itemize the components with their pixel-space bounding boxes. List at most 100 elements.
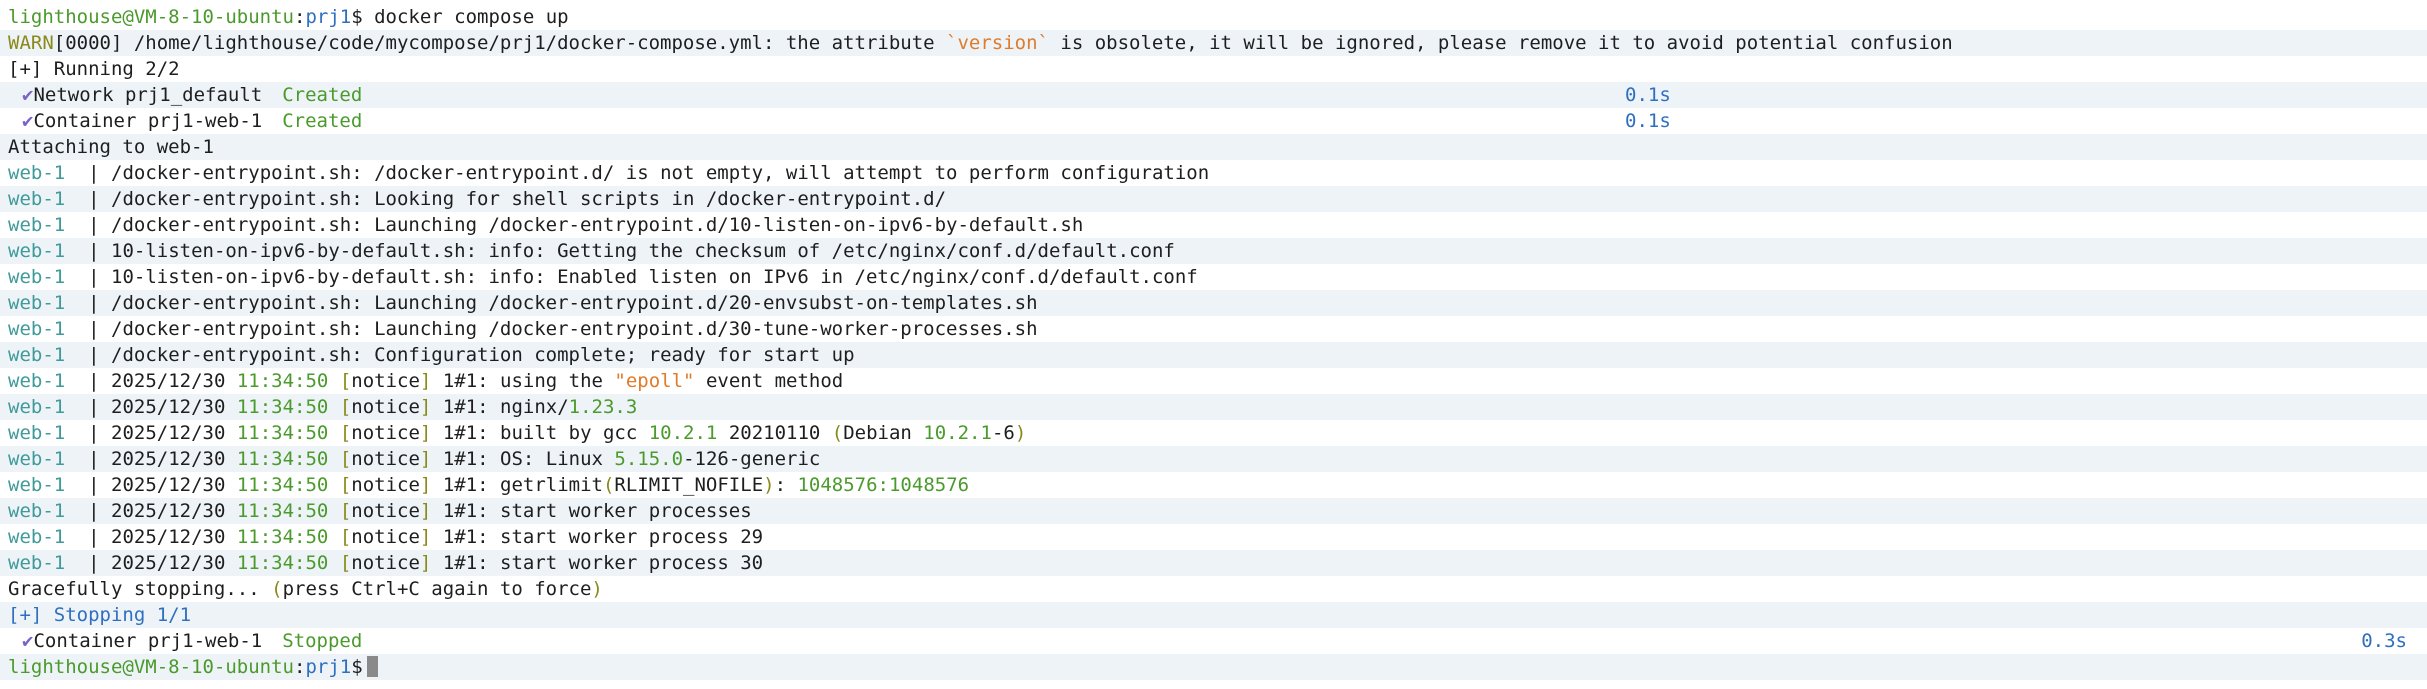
log-prefix: web-1 xyxy=(8,214,66,236)
log-msg: OS: Linux xyxy=(488,448,615,470)
log-pid: 1#1: xyxy=(442,474,489,496)
log-date: 2025/12/30 xyxy=(111,448,226,470)
running-label: [+] Running 2/2 xyxy=(8,58,180,80)
log-pid: 1#1: xyxy=(442,396,489,418)
log-prefix: web-1 xyxy=(8,370,66,392)
log-pipe: | xyxy=(88,448,100,470)
log-time: 11:34:50 xyxy=(236,552,329,574)
check-icon: ✔ xyxy=(22,84,34,106)
log-time: 11:34:50 xyxy=(236,370,329,392)
log-pipe: | xyxy=(88,500,100,522)
log-msg: getrlimit xyxy=(488,474,603,496)
log-text: /docker-entrypoint.sh: Launching /docker… xyxy=(111,214,1084,236)
text-cursor[interactable] xyxy=(366,656,378,677)
command-line: lighthouse@VM-8-10-ubuntu:prj1$ docker c… xyxy=(0,4,2427,30)
log-bracket-close: ] xyxy=(419,474,432,496)
graceful-stop-line: Gracefully stopping... (press Ctrl+C aga… xyxy=(0,576,2427,602)
log-time: 11:34:50 xyxy=(236,422,329,444)
log-level: notice xyxy=(351,448,420,470)
log-bracket-close: ] xyxy=(419,370,432,392)
warn-line: WARN[0000] /home/lighthouse/code/mycompo… xyxy=(0,30,2427,56)
log-msg: -126-generic xyxy=(683,448,821,470)
log-text: 10-listen-on-ipv6-by-default.sh: info: E… xyxy=(111,266,1198,288)
log-pipe: | xyxy=(88,318,100,340)
log-time: 11:34:50 xyxy=(236,474,329,496)
log-prefix: web-1 xyxy=(8,422,66,444)
log-paren: ( xyxy=(602,474,615,496)
log-bracket-open: [ xyxy=(339,370,352,392)
graceful-paren: ( xyxy=(271,578,283,600)
log-msg: : xyxy=(774,474,798,496)
log-pipe: | xyxy=(88,266,100,288)
log-prefix: web-1 xyxy=(8,162,66,184)
log-bracket-open: [ xyxy=(339,474,352,496)
log-pid: 1#1: xyxy=(442,526,489,548)
log-pipe: | xyxy=(88,422,100,444)
log-pipe: | xyxy=(88,552,100,574)
prompt-path: prj1 xyxy=(305,656,352,678)
log-pid: 1#1: xyxy=(442,422,489,444)
log-text: /docker-entrypoint.sh: /docker-entrypoin… xyxy=(111,162,1210,184)
log-prefix: web-1 xyxy=(8,240,66,262)
log-level: notice xyxy=(351,396,420,418)
log-pipe: | xyxy=(88,214,100,236)
log-level: notice xyxy=(351,526,420,548)
running-item-name: Container prj1-web-1 xyxy=(33,110,263,132)
running-item-status: Created xyxy=(282,110,363,132)
running-item-time: 0.1s xyxy=(1625,84,1671,106)
log-line: web-1 | 10-listen-on-ipv6-by-default.sh:… xyxy=(0,238,2427,264)
log-text: /docker-entrypoint.sh: Configuration com… xyxy=(111,344,855,366)
warn-code: [0000] xyxy=(53,32,123,54)
log-time: 11:34:50 xyxy=(236,396,329,418)
notice-log-line: web-1 | 2025/12/30 11:34:50 [notice] 1#1… xyxy=(0,472,2427,498)
log-msg-number: 1.23.3 xyxy=(568,396,638,418)
running-item-container: ✔Container prj1-web-1 Created 0.1s xyxy=(0,108,2427,134)
log-line: web-1 | /docker-entrypoint.sh: Configura… xyxy=(0,342,2427,368)
log-bracket-close: ] xyxy=(419,396,432,418)
running-item-network: ✔Network prj1_default Created 0.1s xyxy=(0,82,2427,108)
prompt-sigil: $ xyxy=(351,6,363,28)
log-text: /docker-entrypoint.sh: Launching /docker… xyxy=(111,292,1038,314)
stopping-header: [+] Stopping 1/1 xyxy=(0,602,2427,628)
prompt-separator: : xyxy=(293,6,306,28)
log-text: 10-listen-on-ipv6-by-default.sh: info: G… xyxy=(111,240,1175,262)
log-paren: ) xyxy=(1014,422,1027,444)
log-paren: ) xyxy=(763,474,775,496)
log-pipe: | xyxy=(88,240,100,262)
warn-attribute: `version` xyxy=(946,32,1049,54)
log-pid: 1#1: xyxy=(442,370,489,392)
log-prefix: web-1 xyxy=(8,552,66,574)
warn-tag: WARN xyxy=(8,32,54,54)
prompt-line[interactable]: lighthouse@VM-8-10-ubuntu:prj1$ xyxy=(0,654,2427,680)
log-pipe: | xyxy=(88,526,100,548)
check-icon: ✔ xyxy=(22,110,34,132)
log-bracket-open: [ xyxy=(339,448,352,470)
warn-text-after: is obsolete, it will be ignored, please … xyxy=(1048,32,1953,54)
log-bracket-open: [ xyxy=(339,422,352,444)
log-date: 2025/12/30 xyxy=(111,552,226,574)
log-pipe: | xyxy=(88,396,100,418)
log-date: 2025/12/30 xyxy=(111,422,226,444)
log-bracket-open: [ xyxy=(339,526,352,548)
log-msg: 20210110 xyxy=(717,422,832,444)
terminal-window[interactable]: lighthouse@VM-8-10-ubuntu:prj1$ docker c… xyxy=(0,0,2427,689)
notice-log-line: web-1 | 2025/12/30 11:34:50 [notice] 1#1… xyxy=(0,550,2427,576)
log-prefix: web-1 xyxy=(8,292,66,314)
log-paren: ( xyxy=(831,422,844,444)
log-msg-number: 5.15.0 xyxy=(614,448,684,470)
log-pid: 1#1: xyxy=(442,552,489,574)
log-bracket-close: ] xyxy=(419,500,432,522)
notice-log-line: web-1 | 2025/12/30 11:34:50 [notice] 1#1… xyxy=(0,420,2427,446)
log-prefix: web-1 xyxy=(8,188,66,210)
stopping-item-container: ✔Container prj1-web-1 Stopped 0.3s xyxy=(0,628,2427,654)
log-prefix: web-1 xyxy=(8,318,66,340)
log-bracket-close: ] xyxy=(419,526,432,548)
log-prefix: web-1 xyxy=(8,448,66,470)
log-pipe: | xyxy=(88,370,100,392)
log-line: web-1 | /docker-entrypoint.sh: Looking f… xyxy=(0,186,2427,212)
log-pid: 1#1: xyxy=(442,500,489,522)
log-bracket-open: [ xyxy=(339,396,352,418)
log-level: notice xyxy=(351,370,420,392)
log-bracket-open: [ xyxy=(339,500,352,522)
log-msg: nginx/ xyxy=(488,396,569,418)
